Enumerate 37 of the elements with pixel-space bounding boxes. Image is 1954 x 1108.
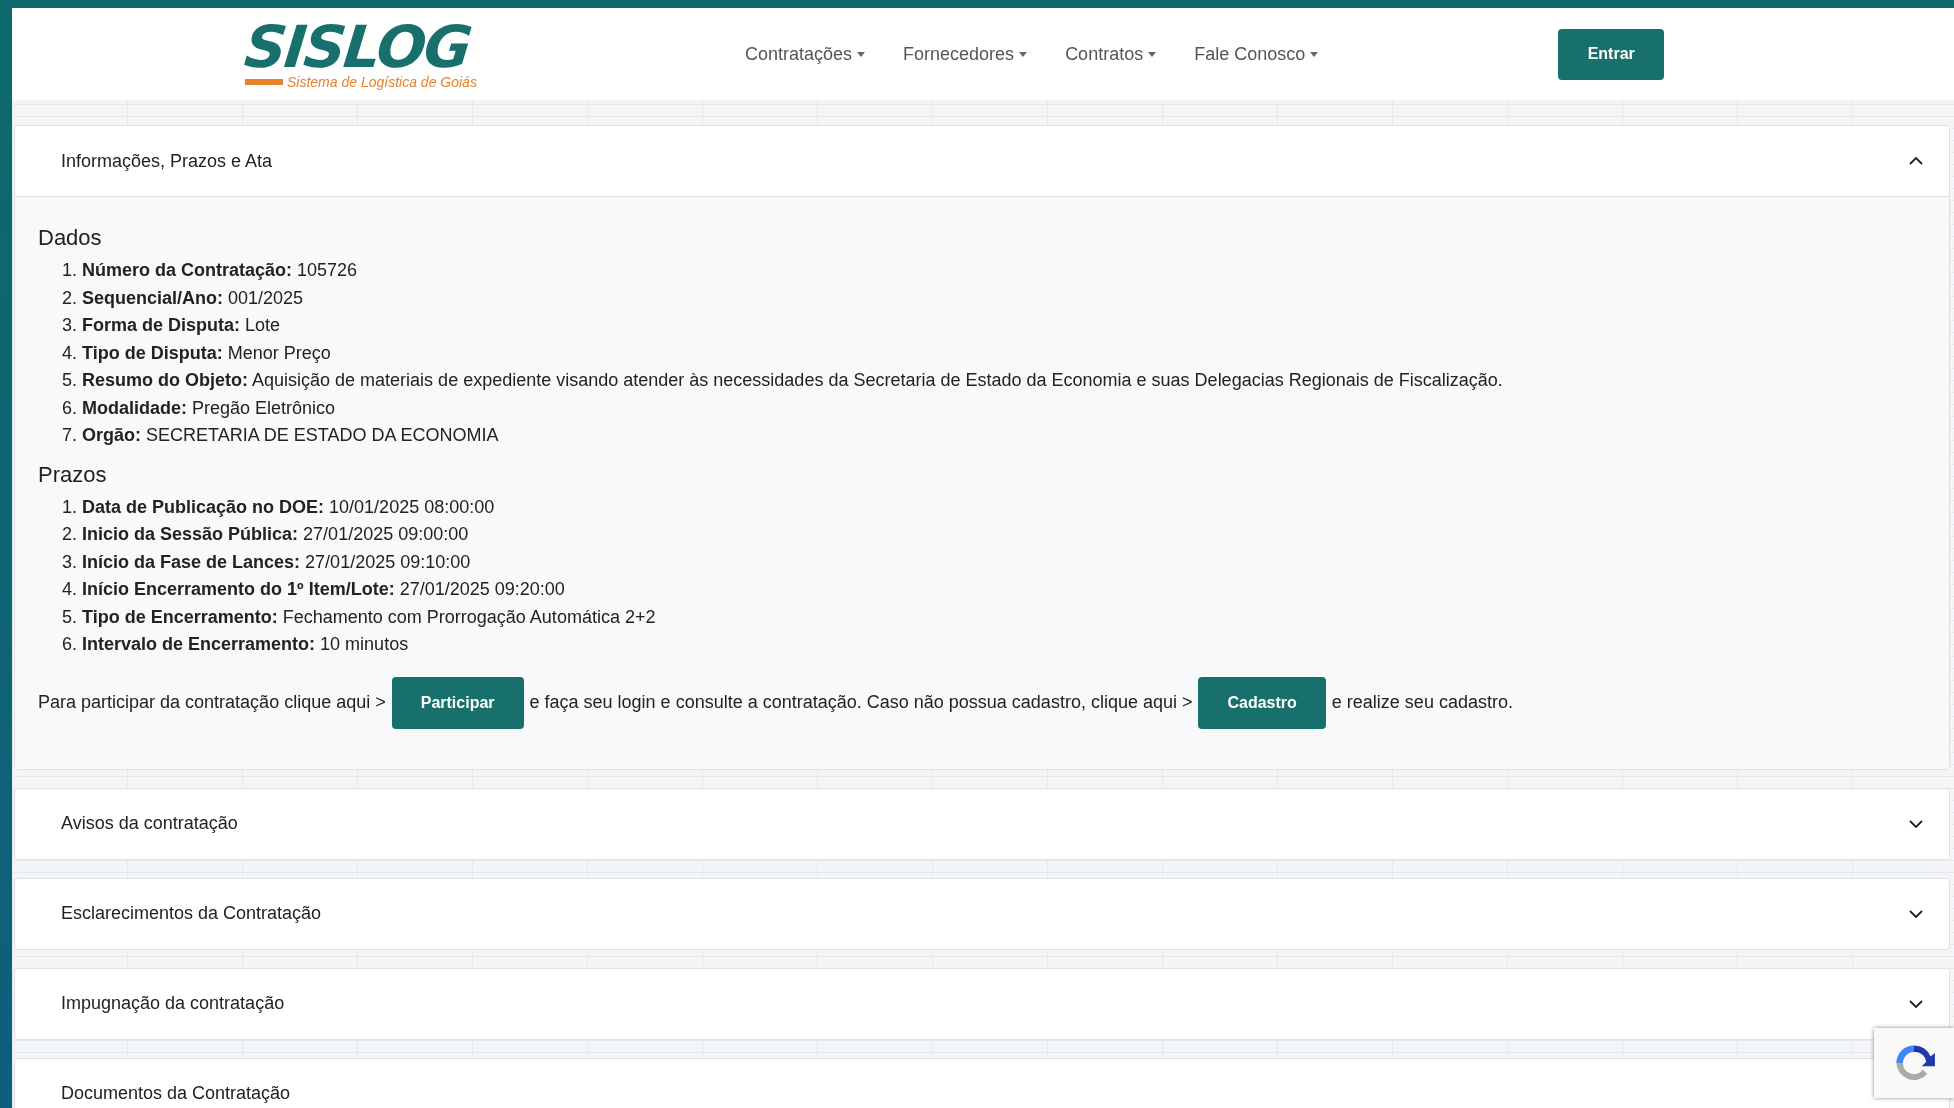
accordion-header[interactable]: Esclarecimentos da Contratação xyxy=(15,878,1949,949)
instruction-text: e faça seu login e consulte a contratação. Caso não possua cadastro, clique aqui > xyxy=(529,692,1193,713)
caret-icon xyxy=(857,51,866,57)
detail-item: 5. Tipo de Encerramento: Fechamento com Prorrogação Automática 2+2 xyxy=(62,605,657,629)
login-button[interactable]: Entrar xyxy=(1558,28,1665,80)
nav-dropdown[interactable]: Fornecedores xyxy=(903,43,1028,65)
caret-icon xyxy=(1148,51,1157,57)
caret-icon xyxy=(1310,51,1319,57)
detail-item: 2. Inicio da Sessão Pública: 27/01/2025 09:00:00 xyxy=(62,523,470,546)
action-button[interactable]: Participar xyxy=(391,676,524,729)
section-heading: Prazos xyxy=(38,461,108,488)
chevron-down-icon xyxy=(1909,819,1923,828)
instruction-text: Para participar da contratação clique aqui > xyxy=(38,692,386,713)
detail-item: 4. Início Encerramento do 1º Item/Lote: 27/01/2025 09:20:00 xyxy=(62,578,566,601)
detail-item: 6. Intervalo de Encerramento: 10 minutos xyxy=(62,633,410,656)
accordion-header[interactable]: Impugnação da contratação xyxy=(15,968,1949,1039)
nav-dropdown[interactable]: Fale Conosco xyxy=(1194,43,1319,65)
detail-item: 3. Forma de Disputa: Lote xyxy=(62,314,282,337)
action-button[interactable]: Cadastro xyxy=(1198,676,1326,729)
accordion-header[interactable]: Avisos da contratação xyxy=(15,788,1949,859)
detail-item: 7. Orgão: SECRETARIA DE ESTADO DA ECONOMIA xyxy=(62,424,500,447)
chevron-down-icon xyxy=(1909,999,1923,1008)
detail-item: 3. Início da Fase de Lances: 27/01/2025 09:10:00 xyxy=(62,550,472,574)
detail-item: 6. Modalidade: Pregão Eletrônico xyxy=(62,396,337,420)
chevron-down-icon xyxy=(1909,909,1923,918)
detail-item: 2. Sequencial/Ano: 001/2025 xyxy=(62,286,305,310)
nav-dropdown[interactable]: Contratações xyxy=(745,43,866,65)
instruction-text: e realize seu cadastro. xyxy=(1331,692,1513,713)
detail-item: 4. Tipo de Disputa: Menor Preço xyxy=(62,341,332,365)
detail-item: 5. Resumo do Objeto: Aquisição de materiais de expediente visando atender às necessidades da Secretaria de Estado da Economia e suas Delegacias Regionais de Fiscalização. xyxy=(62,369,1504,392)
section-heading: Dados xyxy=(38,225,103,251)
detail-item: 1. Data de Publicação no DOE: 10/01/2025 08:00:00 xyxy=(62,495,496,519)
nav-dropdown[interactable]: Contratos xyxy=(1065,43,1157,65)
detail-item: 1. Número da Contratação: 105726 xyxy=(62,259,359,282)
sislog-logo[interactable]: SISLOG Sistema de Logística de Goiás xyxy=(245,18,495,90)
chevron-up-icon xyxy=(1909,157,1923,165)
caret-icon xyxy=(1019,51,1028,57)
